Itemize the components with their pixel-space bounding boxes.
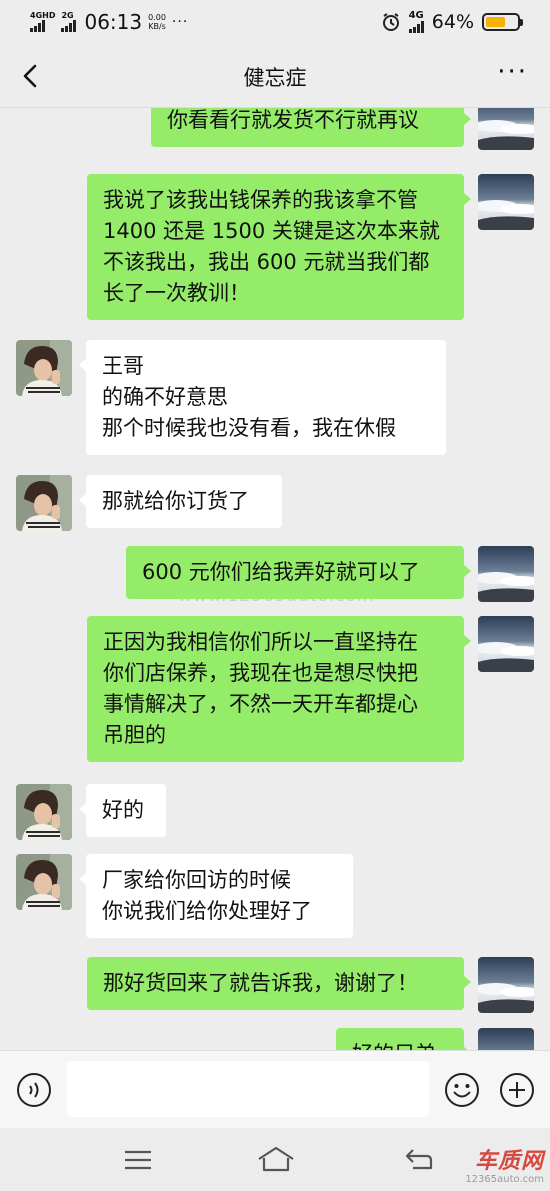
watermark-logo: 车质网 12365auto.com — [465, 1150, 544, 1186]
signal-bars-icon — [61, 20, 77, 32]
message-bubble-incoming[interactable]: 那就给你订货了 — [79, 475, 282, 528]
avatar-self[interactable] — [478, 616, 534, 672]
message-text-line: 那好货回来了就告诉我，谢谢了！ — [103, 971, 418, 995]
menu-icon[interactable] — [122, 1146, 154, 1174]
network-speed-unit: KB/s — [148, 22, 166, 31]
message-text-line: 吊胆的 — [103, 723, 166, 747]
message-text-line: 1400 还是 1500 关键是这次本来就 — [103, 219, 440, 243]
system-nav-bar: 车质网 12365auto.com — [0, 1128, 550, 1191]
message-input[interactable] — [67, 1061, 429, 1117]
message-text-line: 好的兄弟 — [352, 1039, 448, 1050]
avatar-self[interactable] — [478, 546, 534, 602]
battery-percent: 64% — [431, 10, 474, 33]
avatar-contact[interactable] — [16, 340, 72, 396]
message-bubble-outgoing[interactable]: 你看看行就发货不行就再议 — [151, 108, 471, 147]
message-text-line: 那就给你订货了 — [102, 489, 249, 513]
battery-icon — [482, 12, 523, 31]
avatar-self[interactable] — [478, 108, 534, 150]
mobile-network: 4G — [408, 10, 424, 33]
status-bar: 4GHD 2G 06:13 0.00 KB/s ··· 4G 64% — [0, 0, 550, 44]
signal-bars-icon — [408, 21, 424, 33]
alarm-icon — [382, 12, 399, 31]
network-speed-value: 0.00 — [148, 13, 166, 22]
message-text-line: 你看看行就发货不行就再议 — [167, 108, 419, 132]
chat-list[interactable]: www.12365auto.com 你看看行就发货不行就再议我说了该我出钱保养的… — [0, 108, 550, 1050]
avatar-self[interactable] — [478, 1028, 534, 1050]
logo-site: 12365auto.com — [465, 1174, 544, 1185]
message-text-line: 那个时候我也没有看，我在休假 — [102, 416, 396, 440]
message-bubble-outgoing[interactable]: 那好货回来了就告诉我，谢谢了！ — [87, 957, 471, 1010]
signal-bars-icon — [30, 20, 45, 32]
message-text-line: 你说我们给你处理好了 — [102, 899, 312, 923]
message-bubble-outgoing[interactable]: 600 元你们给我弄好就可以了 — [126, 546, 471, 599]
signal-2-label: 2G — [61, 11, 74, 20]
message-bubble-incoming[interactable]: 好的 — [79, 784, 166, 837]
signal-1-label: 4GHD — [30, 11, 56, 20]
chat-header: 健忘症 ··· — [0, 44, 550, 108]
message-bubble-outgoing[interactable]: 我说了该我出钱保养的我该拿不管 1400 还是 1500 关键是这次本来就 不该我出… — [87, 174, 471, 320]
network-speed: 0.00 KB/s — [148, 13, 166, 31]
network-type-label: 4G — [408, 10, 424, 21]
message-bubble-incoming[interactable]: 厂家给你回访的时候 你说我们给你处理好了 — [79, 854, 353, 938]
message-text-line: 你们店保养，我现在也是想尽快把 — [103, 661, 418, 685]
battery-fill — [486, 16, 506, 27]
message-bubble-outgoing[interactable]: 正因为我相信你们所以一直坚持在 你们店保养，我现在也是想尽快把 事情解决了，不然一天… — [87, 616, 471, 762]
signal-1: 4GHD — [30, 12, 55, 32]
message-bubble-outgoing[interactable]: 好的兄弟 — [336, 1028, 471, 1050]
status-more-dots: ··· — [171, 14, 189, 30]
message-text-line: 事情解决了，不然一天开车都提心 — [103, 692, 418, 716]
status-right: 4G 64% — [381, 10, 523, 33]
chat-title: 健忘症 — [243, 66, 307, 90]
avatar-contact[interactable] — [16, 854, 72, 910]
message-text-line: 厂家给你回访的时候 — [102, 868, 291, 892]
message-text-line: 600 元你们给我弄好就可以了 — [142, 560, 420, 584]
signal-2: 2G — [61, 11, 77, 32]
avatar-self[interactable] — [478, 174, 534, 230]
home-icon[interactable] — [256, 1144, 296, 1174]
emoji-icon[interactable] — [444, 1072, 480, 1108]
message-text-line: 不该我出，我出 600 元就当我们都 — [103, 250, 430, 274]
avatar-contact[interactable] — [16, 784, 72, 840]
message-text-line: 的确不好意思 — [102, 385, 228, 409]
message-bubble-incoming[interactable]: 王哥的确不好意思那个时候我也没有看，我在休假 — [79, 340, 446, 455]
message-text-line: 王哥 — [102, 354, 144, 378]
message-text-line: 我说了该我出钱保养的我该拿不管 — [103, 188, 418, 212]
clock: 06:13 — [84, 10, 143, 34]
message-text-line: 长了一次教训！ — [103, 281, 250, 305]
back-icon[interactable] — [403, 1144, 435, 1174]
more-dots-icon[interactable]: ··· — [497, 59, 528, 85]
voice-icon[interactable] — [16, 1072, 52, 1108]
status-left: 4GHD 2G 06:13 0.00 KB/s ··· — [30, 10, 188, 34]
input-bar — [0, 1050, 550, 1128]
logo-name: 车质网 — [474, 1149, 544, 1174]
message-text-line: 好的 — [102, 798, 144, 822]
plus-icon[interactable] — [499, 1072, 535, 1108]
avatar-self[interactable] — [478, 957, 534, 1013]
avatar-contact[interactable] — [16, 475, 72, 531]
message-text-line: 正因为我相信你们所以一直坚持在 — [103, 630, 418, 654]
